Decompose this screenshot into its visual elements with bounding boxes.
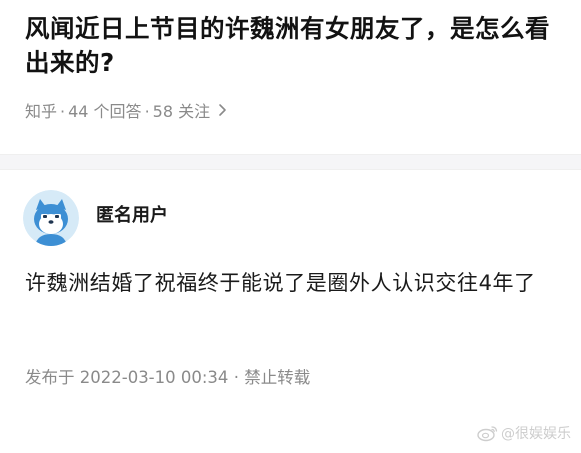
anonymous-avatar-icon[interactable] [23,190,79,246]
answer-card: 匿名用户 许魏洲结婚了祝福终于能说了是圈外人认识交往4年了 发布于 2022-0… [0,170,581,453]
question-header: 风闻近日上节目的许魏洲有女朋友了，是怎么看出来的? 知乎 · 44 个回答 · … [0,0,581,150]
question-title[interactable]: 风闻近日上节目的许魏洲有女朋友了，是怎么看出来的? [25,12,570,80]
meta-separator: · [144,102,150,121]
answer-count[interactable]: 44 个回答 [68,100,141,124]
section-divider [0,154,581,170]
watermark-text: @很娱娱乐 [501,426,571,442]
follow-count[interactable]: 58 关注 [153,100,210,124]
chevron-right-icon[interactable] [218,100,227,124]
question-meta: 知乎 · 44 个回答 · 58 关注 [25,100,227,124]
meta-separator: · [233,368,245,387]
meta-separator: · [60,102,66,121]
copyright-notice: 禁止转载 [244,368,311,387]
weibo-logo-icon [477,424,499,442]
answer-meta: 发布于 2022-03-10 00:34 · 禁止转载 [25,366,310,390]
answer-content: 许魏洲结婚了祝福终于能说了是圈外人认识交往4年了 [25,271,536,295]
weibo-watermark: @很娱娱乐 [477,423,571,443]
publish-time: 发布于 2022-03-10 00:34 [25,368,229,387]
source-label: 知乎 [25,102,58,121]
author-name[interactable]: 匿名用户 [96,203,168,229]
